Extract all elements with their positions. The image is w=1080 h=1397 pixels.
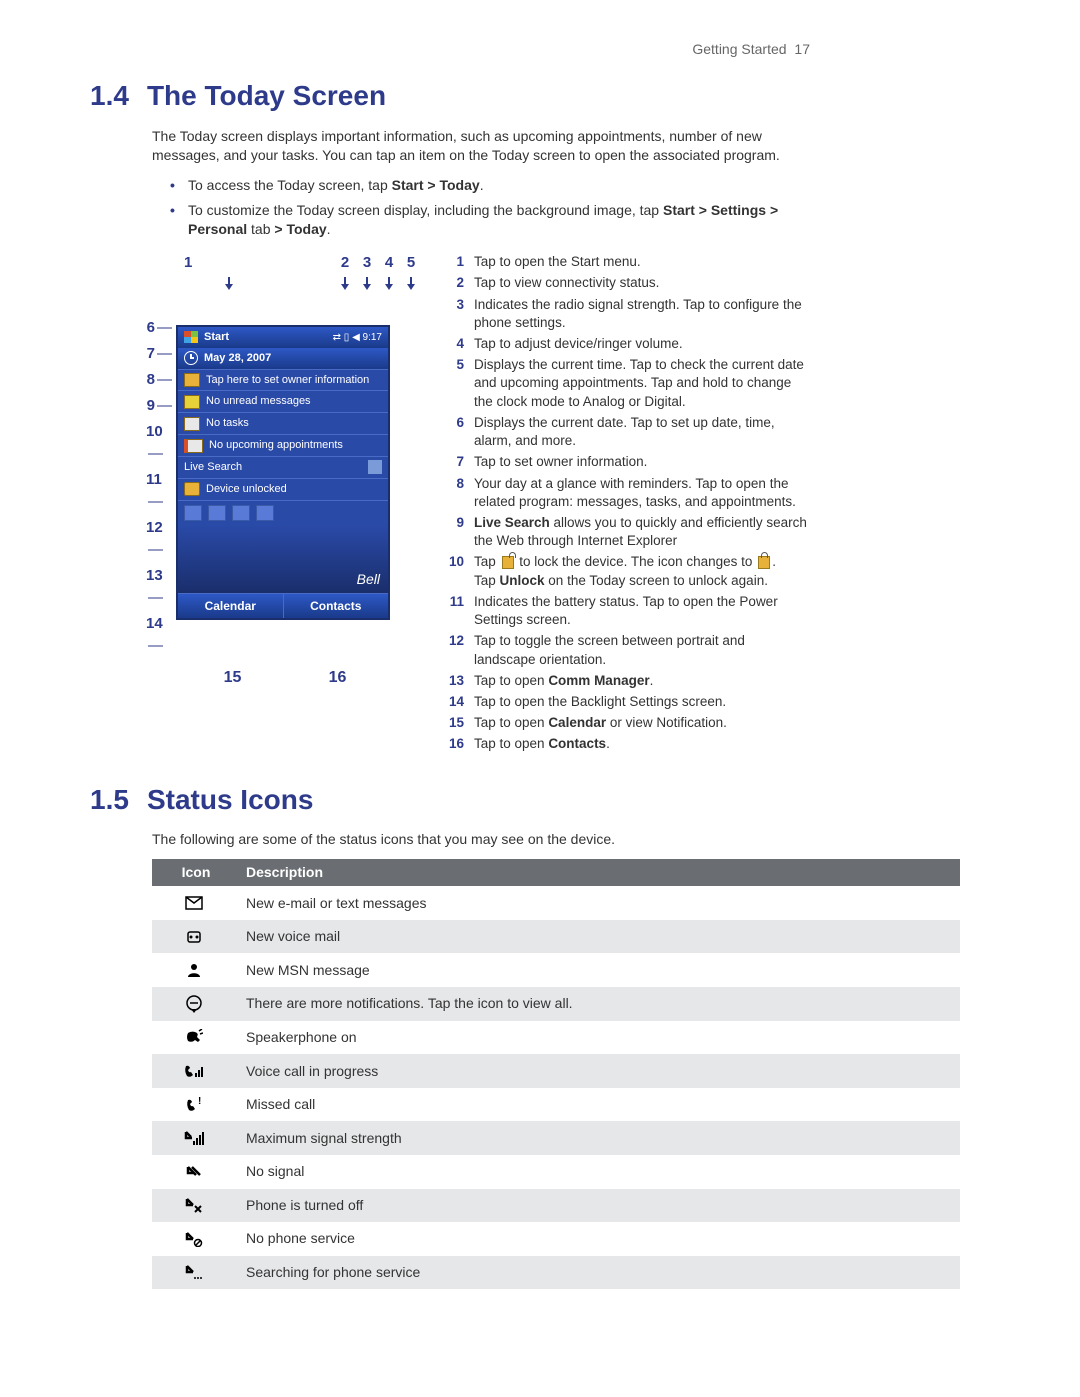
- windows-flag-icon: [184, 331, 198, 343]
- no-service-icon: [152, 1222, 236, 1256]
- callout-10: 10: [146, 421, 172, 465]
- messages-text: No unread messages: [206, 394, 311, 409]
- callout-16: 16: [285, 667, 390, 689]
- today-legend: 1Tap to open the Start menu. 2Tap to vie…: [442, 253, 810, 756]
- callout-15: 15: [180, 667, 285, 689]
- page-header: Getting Started 17: [90, 40, 810, 59]
- callout-14: 14: [146, 613, 172, 657]
- callout-3: 3: [356, 253, 378, 273]
- callout-6: 6: [147, 317, 172, 339]
- section-1-4-bullets: To access the Today screen, tap Start > …: [170, 176, 810, 239]
- softkey-calendar: Calendar: [178, 594, 284, 618]
- desc-no-signal: No signal: [236, 1155, 960, 1189]
- callout-2: 2: [334, 253, 356, 273]
- desc-notifications: There are more notifications. Tap the ic…: [236, 987, 960, 1021]
- callout-8: 8: [147, 369, 172, 391]
- owner-icon: [184, 373, 200, 387]
- no-signal-icon: [152, 1155, 236, 1189]
- section-1-4-title: The Today Screen: [147, 77, 386, 115]
- callout-4: 4: [378, 253, 400, 273]
- start-button-label: Start: [204, 330, 327, 345]
- mail-icon: [152, 886, 236, 920]
- header-section: Getting Started: [692, 41, 786, 57]
- search-icon: [368, 460, 382, 474]
- phone-off-icon: [152, 1189, 236, 1223]
- section-1-5-title: Status Icons: [147, 781, 313, 819]
- date-text: May 28, 2007: [204, 351, 271, 366]
- section-1-4-intro: The Today screen displays important info…: [152, 127, 810, 165]
- section-1-4-heading: 1.4 The Today Screen: [90, 77, 810, 115]
- side-callouts: 6 7 8 9 10 11 12 13 14: [146, 317, 172, 657]
- notifications-icon: [152, 987, 236, 1021]
- section-1-5-intro: The following are some of the status ico…: [152, 830, 810, 849]
- lock-icon: [758, 556, 770, 569]
- battery-icon: [184, 505, 202, 521]
- tasks-icon: [184, 417, 200, 431]
- desc-call-in-progress: Voice call in progress: [236, 1054, 960, 1088]
- status-icons-table: Icon Description New e-mail or text mess…: [152, 859, 960, 1289]
- desc-searching-service: Searching for phone service: [236, 1256, 960, 1290]
- rotate-icon: [208, 505, 226, 521]
- bullet-customize-today: To customize the Today screen display, i…: [170, 201, 810, 239]
- voicemail-icon: [152, 920, 236, 954]
- th-description: Description: [236, 859, 960, 886]
- tasks-text: No tasks: [206, 416, 249, 431]
- callout-5: 5: [400, 253, 422, 273]
- backlight-icon: [256, 505, 274, 521]
- message-icon: [184, 395, 200, 409]
- callout-11: 11: [146, 469, 172, 513]
- callout-9: 9: [147, 395, 172, 417]
- desc-voicemail: New voice mail: [236, 920, 960, 954]
- section-1-4-number: 1.4: [90, 77, 129, 115]
- callout-12: 12: [146, 517, 172, 561]
- bullet-access-today: To access the Today screen, tap Start > …: [170, 176, 810, 195]
- status-area: ⇄ ▯ ◀ 9:17: [333, 331, 382, 345]
- section-1-5-heading: 1.5 Status Icons: [90, 781, 810, 819]
- unlock-icon: [502, 556, 514, 569]
- clock-icon: [184, 351, 198, 365]
- desc-speakerphone: Speakerphone on: [236, 1021, 960, 1055]
- desc-mail: New e-mail or text messages: [236, 886, 960, 920]
- max-signal-icon: [152, 1121, 236, 1155]
- softkey-contacts: Contacts: [284, 594, 389, 618]
- callout-1: 1: [180, 253, 274, 273]
- owner-info-text: Tap here to set owner information: [206, 373, 369, 388]
- device-unlocked-text: Device unlocked: [206, 482, 287, 497]
- brand-area: Bell: [178, 525, 388, 593]
- svg-text:!: !: [198, 1097, 201, 1107]
- lock-icon: [184, 482, 200, 496]
- th-icon: Icon: [152, 859, 236, 886]
- section-1-5-number: 1.5: [90, 781, 129, 819]
- searching-service-icon: [152, 1256, 236, 1290]
- live-search-text: Live Search: [184, 460, 242, 475]
- today-screen-mock: Start ⇄ ▯ ◀ 9:17 May 28, 2007 Tap here t…: [176, 325, 390, 620]
- appointments-text: No upcoming appointments: [209, 438, 343, 453]
- desc-missed-call: Missed call: [236, 1088, 960, 1122]
- header-page-number: 17: [794, 41, 810, 57]
- call-in-progress-icon: [152, 1054, 236, 1088]
- callout-13: 13: [146, 565, 172, 609]
- desc-phone-off: Phone is turned off: [236, 1189, 960, 1223]
- callout-7: 7: [147, 343, 172, 365]
- msn-icon: [152, 953, 236, 987]
- today-figure: 1 2 3 4 5 6 7 8 9 10: [146, 253, 422, 689]
- desc-max-signal: Maximum signal strength: [236, 1121, 960, 1155]
- desc-msn: New MSN message: [236, 953, 960, 987]
- missed-call-icon: !: [152, 1088, 236, 1122]
- comm-manager-icon: [232, 505, 250, 521]
- calendar-icon: [184, 439, 203, 453]
- desc-no-service: No phone service: [236, 1222, 960, 1256]
- speakerphone-icon: [152, 1021, 236, 1055]
